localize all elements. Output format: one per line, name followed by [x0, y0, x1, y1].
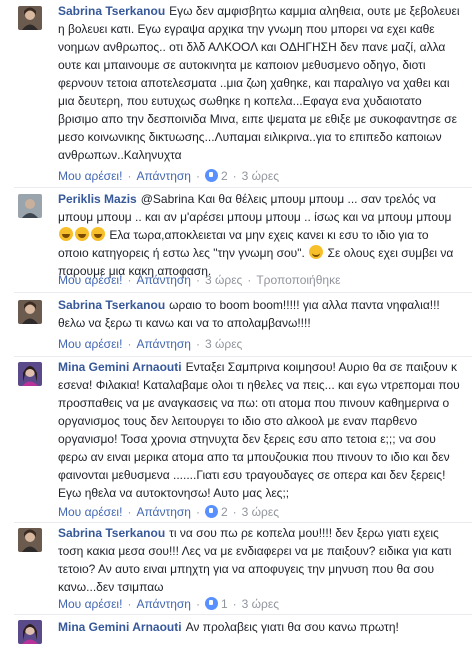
like-link[interactable]: Μου αρέσει!: [58, 337, 122, 351]
separator: ·: [232, 597, 237, 611]
comment-thread: Sabrina Tserkanou Εγω δεν αμφισβητω καμμι…: [0, 0, 472, 655]
comment-author[interactable]: Mina Gemini Arnaouti: [58, 620, 182, 634]
reply-link[interactable]: Απάντηση: [136, 169, 191, 183]
reply-link[interactable]: Απάντηση: [136, 273, 191, 287]
comment-actions: Μου αρέσει! · Απάντηση · 2 · 3 ώρες: [58, 168, 279, 184]
divider: [14, 356, 472, 357]
separator: ·: [127, 597, 132, 611]
like-link[interactable]: Μου αρέσει!: [58, 505, 122, 519]
timestamp[interactable]: 3 ώρες: [242, 169, 279, 183]
comment-author[interactable]: Mina Gemini Arnaouti: [58, 360, 182, 374]
comment-body: Periklis Mazis @Sabrina Και θα θέλεις μπο…: [58, 190, 460, 280]
reaction-count[interactable]: 2: [221, 505, 228, 519]
like-reaction-icon[interactable]: [204, 505, 218, 518]
avatar[interactable]: [18, 620, 42, 644]
timestamp[interactable]: 3 ώρες: [205, 273, 242, 287]
comment-body: Sabrina Tserkanou Εγω δεν αμφισβητω καμμι…: [58, 2, 460, 164]
timestamp[interactable]: 3 ώρες: [242, 597, 279, 611]
like-link[interactable]: Μου αρέσει!: [58, 273, 122, 287]
like-reaction-icon[interactable]: [204, 597, 218, 610]
divider: [14, 522, 472, 523]
reply-link[interactable]: Απάντηση: [136, 505, 191, 519]
comment-text: Ενταξει Σαμπρινα κοιμησου! Αυριο θα σε π…: [58, 360, 460, 500]
reaction-count[interactable]: 2: [221, 169, 228, 183]
separator: ·: [247, 273, 252, 287]
reply-link[interactable]: Απάντηση: [136, 337, 191, 351]
like-reaction-icon[interactable]: [204, 169, 218, 182]
comment-author[interactable]: Periklis Mazis: [58, 192, 137, 206]
separator: ·: [195, 273, 200, 287]
comment-actions: Μου αρέσει! · Απάντηση · 1 · 3 ώρες: [58, 596, 279, 612]
like-link[interactable]: Μου αρέσει!: [58, 597, 122, 611]
separator: ·: [127, 169, 132, 183]
laughing-emoji-icon: [75, 227, 89, 241]
comment-body: Mina Gemini Arnaouti Ενταξει Σαμπρινα κοι…: [58, 358, 460, 502]
timestamp[interactable]: 3 ώρες: [242, 505, 279, 519]
divider: [14, 292, 472, 293]
laughing-emoji-icon: [91, 227, 105, 241]
comment-author[interactable]: Sabrina Tserkanou: [58, 298, 165, 312]
comment-author[interactable]: Sabrina Tserkanou: [58, 4, 165, 18]
separator: ·: [127, 273, 132, 287]
comment-text: Αν προλαβεις γιατι θα σου κανω πρωτη!: [185, 620, 399, 634]
comment-actions: Μου αρέσει! · Απάντηση · 3 ώρες · Τροποποιήθηκ…: [58, 272, 340, 288]
comment-author[interactable]: Sabrina Tserkanou: [58, 526, 165, 540]
separator: ·: [232, 169, 237, 183]
avatar[interactable]: [18, 300, 42, 324]
edited-link[interactable]: Τροποποιήθηκε: [256, 273, 340, 287]
avatar[interactable]: [18, 194, 42, 218]
comment-text: Εγω δεν αμφισβητω καμμια αληθεια, ουτε μ…: [58, 4, 460, 162]
timestamp[interactable]: 3 ώρες: [205, 337, 242, 351]
comment-body: Sabrina Tserkanou τι να σου πω ρε κοπελα …: [58, 524, 460, 596]
separator: ·: [195, 169, 200, 183]
comment-actions: Μου αρέσει! · Απάντηση · 2 · 3 ώρες: [58, 504, 279, 520]
divider: [14, 614, 472, 615]
avatar[interactable]: [18, 362, 42, 386]
reply-link[interactable]: Απάντηση: [136, 597, 191, 611]
separator: ·: [195, 337, 200, 351]
separator: ·: [127, 505, 132, 519]
laughing-emoji-icon: [59, 227, 73, 241]
avatar[interactable]: [18, 528, 42, 552]
separator: ·: [195, 597, 200, 611]
like-link[interactable]: Μου αρέσει!: [58, 169, 122, 183]
separator: ·: [195, 505, 200, 519]
avatar[interactable]: [18, 6, 42, 30]
smile-emoji-icon: [309, 245, 324, 259]
comment-actions: Μου αρέσει! · Απάντηση · 3 ώρες: [58, 336, 242, 352]
reaction-count[interactable]: 1: [221, 597, 228, 611]
separator: ·: [232, 505, 237, 519]
divider: [14, 187, 472, 188]
comment-body: Sabrina Tserkanou ωραιο το boom boom!!!!!…: [58, 296, 460, 332]
comment-body: Mina Gemini Arnaouti Αν προλαβεις γιατι θ…: [58, 618, 460, 636]
separator: ·: [127, 337, 132, 351]
